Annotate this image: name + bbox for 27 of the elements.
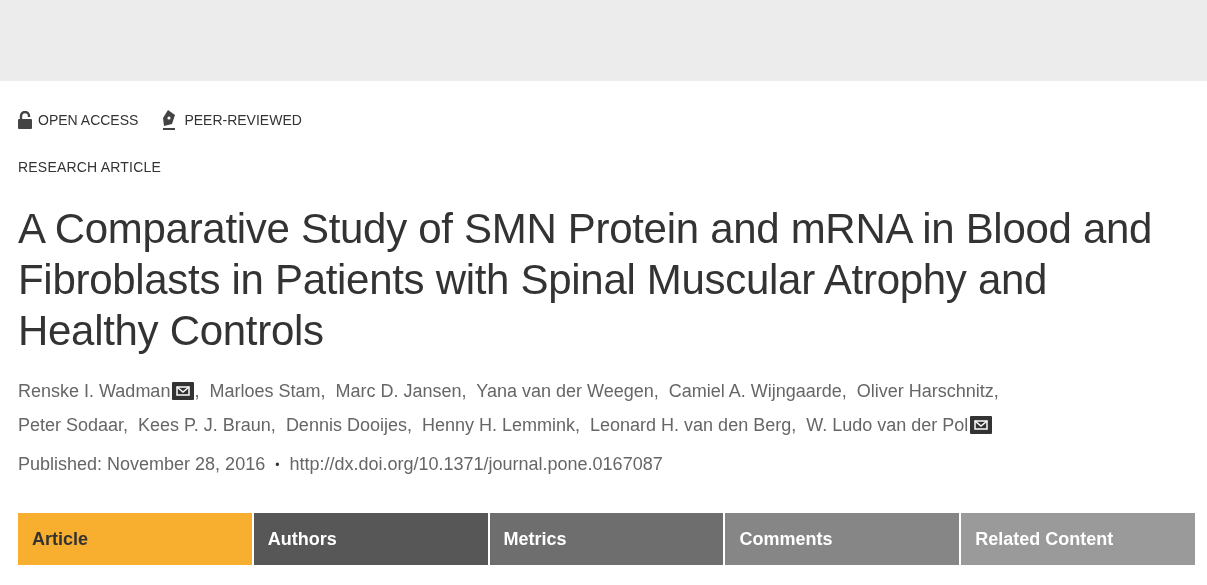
badge-label: OPEN ACCESS	[38, 112, 139, 128]
envelope-icon[interactable]	[172, 382, 195, 400]
author-link[interactable]: Yana van der Weegen,	[476, 381, 659, 401]
badge-label: PEER-REVIEWED	[184, 112, 302, 128]
tab[interactable]: Comments	[725, 513, 960, 565]
publication-date: Published: November 28, 2016	[18, 454, 266, 475]
author-link[interactable]: Peter Sodaar,	[18, 415, 129, 435]
author-link[interactable]: Kees P. J. Braun,	[138, 415, 276, 435]
author-link[interactable]: Dennis Dooijes,	[285, 415, 412, 435]
comma: ,	[194, 381, 200, 401]
author-link[interactable]: Marc D. Jansen,	[335, 381, 467, 401]
author-link[interactable]: Renske I. Wadman	[18, 381, 171, 401]
article-title: A Comparative Study of SMN Protein and mRNA in Blood and Fibroblasts in Patients with Spinal Muscular Atrophy and Healthy Controls	[18, 204, 1154, 356]
author-link[interactable]: Henny H. Lemmink,	[421, 415, 580, 435]
doi-link[interactable]: http://dx.doi.org/10.1371/journal.pone.0167087	[289, 454, 663, 475]
separator-dot: •	[275, 457, 280, 472]
tab[interactable]: Article	[18, 513, 252, 565]
unlocked-padlock-icon	[18, 111, 32, 129]
author-link[interactable]: Leonard H. van den Berg,	[590, 415, 797, 435]
tab[interactable]: Authors	[253, 513, 488, 565]
author-link[interactable]: Oliver Harschnitz,	[856, 381, 999, 401]
envelope-icon[interactable]	[970, 416, 993, 434]
article-type: RESEARCH ARTICLE	[18, 159, 162, 175]
author-link[interactable]: W. Ludo van der Pol	[806, 415, 969, 435]
tab[interactable]: Metrics	[489, 513, 724, 565]
author-link[interactable]: Camiel A. Wijngaarde,	[668, 381, 847, 401]
author-link[interactable]: Marloes Stam,	[209, 381, 326, 401]
